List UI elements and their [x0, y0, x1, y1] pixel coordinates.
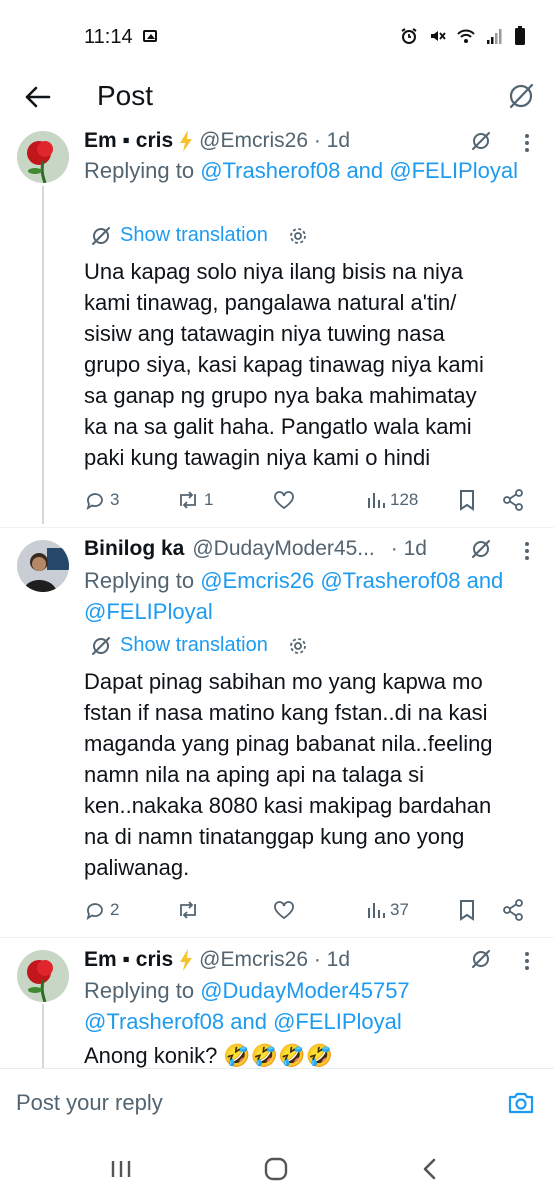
views-button[interactable]: 128	[366, 490, 418, 510]
views-chart-icon	[368, 903, 385, 918]
replying-to: Replying to @Emcris26 @Trasherof08 and @…	[84, 565, 544, 627]
camera-icon[interactable]	[506, 1088, 536, 1118]
post-text: Dapat pinag sabihan mo yang kapwa mo fst…	[84, 669, 493, 880]
show-translation[interactable]: Show translation	[90, 634, 308, 657]
page-title: Post	[97, 80, 154, 111]
settings-gear-icon[interactable]	[288, 636, 308, 656]
wifi-icon	[457, 29, 475, 43]
reply-button[interactable]: 2	[84, 899, 119, 921]
share-icon[interactable]	[502, 898, 524, 922]
like-button[interactable]	[272, 899, 296, 921]
alarm-icon	[401, 28, 417, 44]
show-translation[interactable]: Show translation	[90, 224, 308, 247]
grok-icon[interactable]	[505, 80, 537, 112]
more-options-icon[interactable]	[520, 950, 534, 977]
lightning-icon	[180, 949, 193, 971]
like-button[interactable]	[272, 489, 296, 511]
share-icon[interactable]	[502, 488, 524, 512]
bookmark-icon[interactable]	[457, 488, 477, 512]
gallery-notification-icon	[143, 30, 157, 42]
author-handle[interactable]: @DudayModer45...	[192, 537, 374, 561]
post-time: · 1d	[390, 537, 427, 560]
recent-apps-icon[interactable]	[109, 1158, 133, 1180]
post-actions: 2 37	[84, 896, 534, 924]
heart-icon	[274, 491, 294, 510]
mentioned-users[interactable]: @Trasherof08 and @FELIPloyal	[200, 158, 518, 183]
more-options-icon[interactable]	[520, 540, 534, 567]
status-bar: 11:14	[0, 0, 554, 70]
views-chart-icon	[368, 493, 385, 508]
settings-gear-icon[interactable]	[288, 226, 308, 246]
back-nav-icon[interactable]	[420, 1157, 440, 1181]
system-navigation-bar	[0, 1138, 554, 1200]
bookmark-icon[interactable]	[457, 898, 477, 922]
show-translation-label[interactable]: Show translation	[120, 634, 268, 657]
repost-icon	[180, 491, 196, 509]
divider	[0, 527, 554, 528]
reply-button[interactable]: 3	[84, 489, 119, 511]
top-app-bar	[0, 70, 554, 132]
translate-icon	[92, 226, 110, 245]
mentioned-users[interactable]: @FELIPloyal	[84, 596, 544, 627]
thread-line	[42, 186, 44, 524]
back-arrow-icon[interactable]	[22, 82, 52, 112]
heart-icon	[274, 901, 294, 920]
battery-icon	[515, 26, 525, 45]
reply-count: 3	[110, 490, 120, 509]
divider	[0, 937, 554, 938]
avatar[interactable]	[17, 950, 69, 1002]
post-author: Binilog ka @DudayModer45... · 1d	[84, 536, 427, 562]
repost-button[interactable]	[176, 899, 200, 921]
mute-icon	[431, 31, 446, 41]
thread-line	[42, 1004, 44, 1068]
lightning-icon	[180, 130, 193, 152]
repost-button[interactable]: 1	[176, 489, 213, 511]
signal-icon	[487, 29, 502, 44]
view-count: 37	[390, 900, 409, 919]
translate-icon	[92, 636, 110, 655]
post-text: Anong konik? 🤣🤣🤣🤣	[84, 1043, 334, 1068]
home-icon[interactable]	[263, 1157, 289, 1181]
avatar[interactable]	[17, 540, 69, 592]
status-time: 11:14	[84, 26, 133, 48]
view-count: 128	[390, 490, 419, 509]
post-text: Una kapag solo niya ilang bisis na niya …	[84, 259, 484, 470]
author-handle[interactable]: @Emcris26 · 1d	[199, 129, 350, 153]
grok-icon[interactable]	[470, 538, 492, 560]
author-handle[interactable]: @Emcris26 · 1d	[199, 948, 350, 972]
avatar[interactable]	[17, 131, 69, 183]
grok-icon[interactable]	[470, 130, 492, 152]
system-icons	[400, 24, 526, 48]
author-name[interactable]: Binilog ka	[84, 537, 184, 561]
reply-icon	[86, 493, 103, 510]
mentioned-users[interactable]: @DudayModer45757	[200, 978, 409, 1003]
post-actions: 3 1 128	[84, 486, 534, 514]
post-author: Em ▪ cris @Emcris26 · 1d	[84, 128, 350, 154]
repost-icon	[180, 901, 196, 919]
repost-count: 1	[204, 490, 214, 509]
grok-icon[interactable]	[470, 948, 492, 970]
mentioned-users[interactable]: @Emcris26 @Trasherof08 and	[200, 568, 503, 593]
post-author: Em ▪ cris @Emcris26 · 1d	[84, 947, 350, 973]
reply-icon	[86, 903, 103, 920]
reply-count: 2	[110, 900, 120, 919]
replying-to: Replying to @DudayModer45757 @Trasherof0…	[84, 975, 544, 1037]
author-name[interactable]: Em ▪ cris	[84, 129, 173, 153]
replying-to: Replying to @Trasherof08 and @FELIPloyal	[84, 158, 518, 183]
author-name[interactable]: Em ▪ cris	[84, 948, 173, 972]
reply-input[interactable]: Post your reply	[16, 1090, 163, 1116]
views-button[interactable]: 37	[366, 900, 409, 920]
mentioned-users[interactable]: @Trasherof08 and @FELIPloyal	[84, 1006, 544, 1037]
show-translation-label[interactable]: Show translation	[120, 224, 268, 247]
